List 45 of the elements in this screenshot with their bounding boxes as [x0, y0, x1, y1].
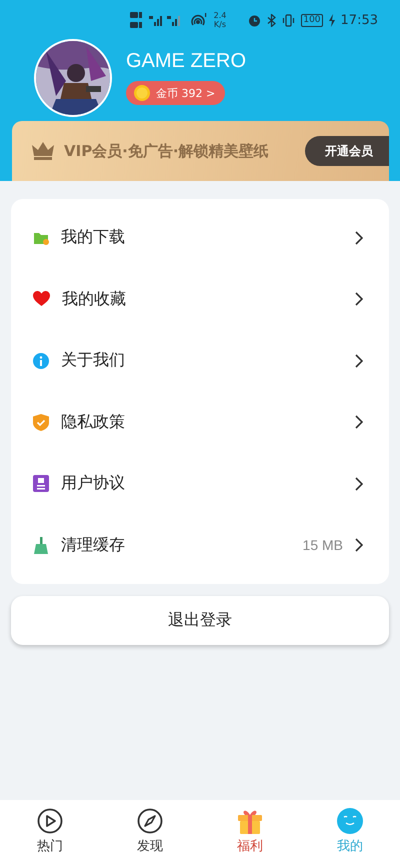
chevron-right-icon — [355, 476, 363, 491]
menu-label: 清理缓存 — [61, 534, 126, 556]
menu-label: 我的下载 — [61, 227, 126, 248]
shield-icon — [33, 414, 49, 431]
tab[interactable]: 福利 — [237, 836, 263, 854]
vip-promo-text: VIP会员·免广告·解锁精美壁纸 — [64, 142, 270, 160]
crown-icon — [32, 142, 54, 160]
menu-item[interactable]: 我的下载 — [11, 207, 389, 268]
open-membership-button[interactable]: 开通会员 — [305, 136, 389, 166]
play-icon[interactable] — [37, 808, 63, 834]
heart-icon — [33, 291, 50, 308]
menu-item[interactable]: 关于我们 — [11, 330, 389, 392]
menu-label: 用户协议 — [61, 473, 126, 494]
chevron-right-icon — [355, 230, 363, 245]
info-icon — [33, 352, 49, 369]
cache-size: 15 MB — [302, 537, 343, 554]
chevron-right-icon — [355, 354, 363, 368]
chevron-right-icon — [355, 415, 363, 430]
sim-icon — [130, 11, 142, 29]
hotspot-icon — [190, 13, 208, 27]
logout-button[interactable]: 退出登录 — [11, 596, 389, 645]
vibrate-icon — [282, 14, 296, 26]
document-icon — [33, 475, 49, 492]
menu-label: 关于我们 — [61, 350, 126, 372]
compass-icon[interactable] — [137, 808, 163, 834]
coin-icon — [134, 85, 150, 101]
menu-label: 隐私政策 — [61, 412, 126, 433]
menu-label: 我的收藏 — [62, 288, 127, 310]
menu-item[interactable]: 清理缓存 15 MB — [11, 514, 389, 576]
tab[interactable]: 热门 — [37, 836, 63, 854]
clock-time: 17:53 — [340, 12, 378, 28]
user-name: GAME ZERO — [126, 50, 246, 73]
broom-icon — [33, 536, 49, 554]
menu-item[interactable]: 隐私政策 — [11, 392, 389, 453]
chevron-right-icon — [355, 292, 363, 306]
bluetooth-icon — [267, 14, 276, 26]
network-speed: 2.4 — [214, 11, 226, 20]
speed-unit: K/s — [214, 20, 226, 29]
menu-item[interactable]: 我的收藏 — [11, 268, 389, 330]
alarm-icon — [248, 14, 262, 26]
tab[interactable]: 发现 — [137, 836, 163, 854]
charging-icon — [328, 14, 335, 26]
battery-level: 100 — [301, 14, 323, 26]
chevron-right-icon — [355, 538, 363, 552]
menu-item[interactable]: 用户协议 — [11, 453, 389, 514]
